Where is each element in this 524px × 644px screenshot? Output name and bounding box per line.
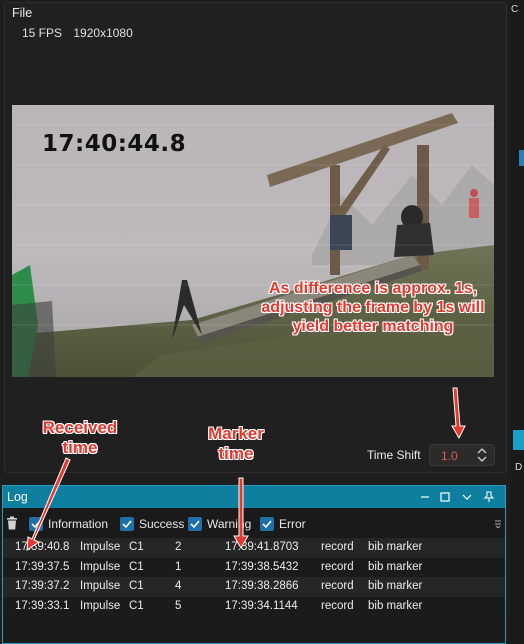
log-description: bib marker [368,541,423,553]
log-channel: C1 [129,580,144,592]
filter-success-label: Success [139,516,185,531]
log-number: 2 [175,541,182,553]
log-received-time: 17:39:37.2 [15,580,70,592]
log-header: Log [3,486,505,508]
side-panel-strip [510,0,524,644]
log-source: record [321,580,354,592]
checkbox-information[interactable] [29,516,43,531]
stream-info: 15 FPS 1920x1080 [22,26,141,40]
time-shift-stepper[interactable]: 1.0 [429,444,495,466]
time-shift-label: Time Shift [367,448,421,462]
filter-warning-label: Warning [207,516,252,531]
log-row[interactable]: 17:39:40.8 Impulse C1 2 17:39:41.8703 record b… [3,538,505,558]
log-marker-time: 17:39:38.2866 [225,580,299,592]
log-type: Impulse [80,599,121,612]
video-frame[interactable]: 17:40:44.8 [12,105,494,377]
log-row[interactable]: 17:39:37.2 Impulse C1 4 17:39:38.2866 record b… [3,577,505,597]
side-panel-label-2: D [515,462,523,473]
log-marker-time: 17:39:41.8703 [225,541,299,553]
minimize-icon[interactable] [417,489,433,505]
checkbox-warning[interactable] [188,516,202,531]
app-window: File 15 FPS 1920x1080 17:40:44.8 Time Sh… [0,0,524,644]
filter-warning[interactable]: Warning [188,516,251,531]
log-number: 1 [175,560,182,573]
log-row[interactable]: 17:39:37.5 Impulse C1 1 17:39:38.5432 record b… [3,557,505,577]
log-received-time: 17:39:37.5 [15,560,70,573]
resolution-label: 1920x1080 [73,26,133,40]
log-number: 4 [175,580,182,592]
annotation-marker-time: Marker time [208,424,264,463]
up-down-chevron-icon[interactable] [476,447,488,463]
checkbox-error[interactable] [260,516,274,531]
log-type: Impulse [80,541,121,553]
filter-error[interactable]: Error [260,516,306,531]
log-received-time: 17:39:40.8 [15,541,70,553]
log-source: record [321,560,354,573]
log-marker-time: 17:39:38.5432 [225,560,299,573]
fps-label: 15 FPS [22,26,63,40]
filter-success[interactable]: Success [120,516,184,531]
side-panel-label: C [511,4,519,15]
log-marker-time: 17:39:34.1144 [225,599,298,612]
file-panel-title: File [12,6,33,20]
log-description: bib marker [368,580,423,592]
filter-error-label: Error [279,516,306,531]
log-channel: C1 [129,560,144,573]
filter-information-label: Information [48,516,109,531]
log-number: 5 [175,599,182,612]
side-panel-tab[interactable] [513,430,524,450]
log-channel: C1 [129,541,144,553]
log-title: Log [7,490,28,504]
log-channel: C1 [129,599,144,612]
filter-information[interactable]: Information [29,516,108,531]
log-description: bib marker [368,560,423,573]
maximize-icon[interactable] [437,489,453,505]
log-source: record [321,541,354,553]
annotation-note: As difference is approx. 1s, adjusting t… [261,280,485,335]
chevron-down-icon[interactable] [459,489,475,505]
log-type: Impulse [80,580,121,592]
pin-icon[interactable] [481,489,497,505]
log-panel: Log Information Success Warning Error 17… [2,485,506,644]
overflow-icon[interactable] [495,518,501,528]
side-panel-indicator [519,150,524,166]
log-filter-toolbar: Information Success Warning Error [3,510,505,536]
annotation-received-time: Received time [42,418,118,457]
log-row[interactable]: 17:39:33.1 Impulse C1 5 17:39:34.1144 record b… [3,596,505,616]
log-table: 17:39:40.8 Impulse C1 2 17:39:41.8703 record b… [3,538,505,616]
trash-icon[interactable] [6,516,18,530]
frame-timestamp: 17:40:44.8 [42,131,187,157]
log-type: Impulse [80,560,121,573]
log-source: record [321,599,354,612]
file-panel: File 15 FPS 1920x1080 17:40:44.8 Time Sh… [4,2,507,473]
checkbox-success[interactable] [120,516,134,531]
log-description: bib marker [368,599,423,612]
time-shift-value[interactable]: 1.0 [441,449,458,463]
log-received-time: 17:39:33.1 [15,599,70,612]
